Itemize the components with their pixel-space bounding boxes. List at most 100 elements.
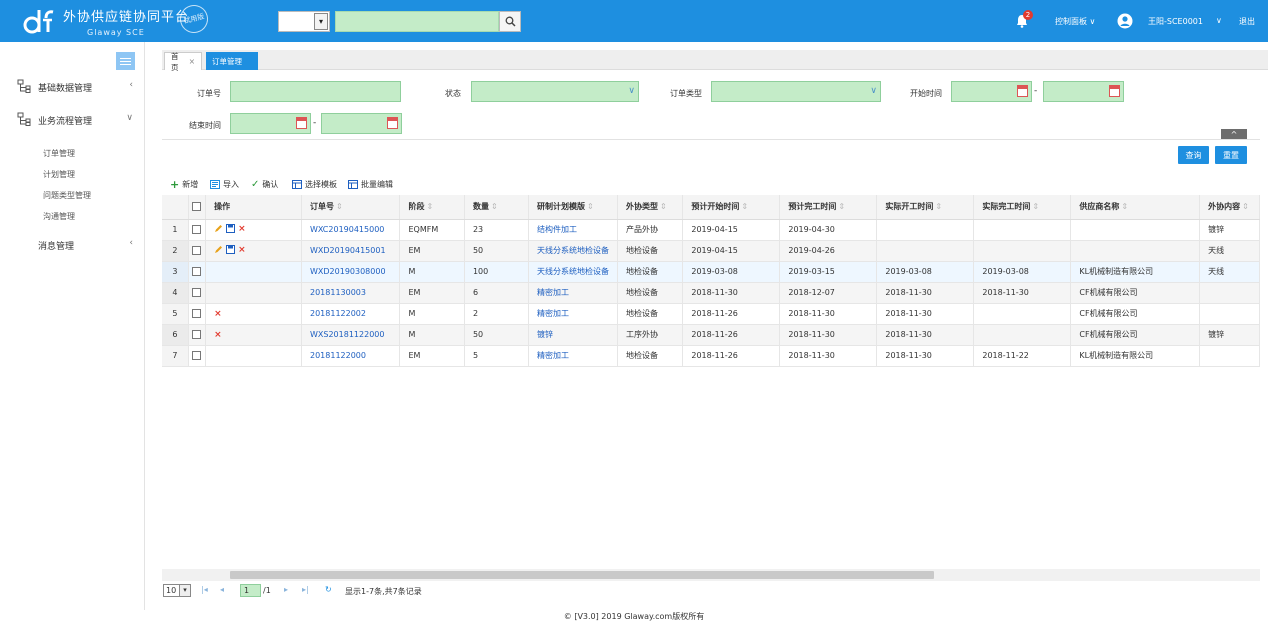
tab-orders[interactable]: 订单管理 [206,52,258,70]
table-row[interactable]: 2 × WXD20190415001 EM 50 天线分系统地检设备 地检设备 2019-04… [162,240,1260,262]
sidebar-item-communication[interactable]: 沟通管理 [43,211,75,222]
edit-icon[interactable] [214,245,223,254]
template-link[interactable]: 天线分系统地检设备 [528,261,619,283]
reset-button[interactable]: 重置 [1215,146,1247,164]
save-icon[interactable] [226,224,236,234]
calendar-icon[interactable] [1109,85,1120,97]
save-icon[interactable] [226,245,236,255]
order-link[interactable]: WXS20181122000 [301,324,401,346]
column-header[interactable]: 外协类型 ⇕ [617,195,684,220]
row-checkbox[interactable] [188,240,207,262]
template-link[interactable]: 精密加工 [528,303,619,325]
collapse-filters-button[interactable]: ^ [1221,129,1247,139]
user-avatar-icon[interactable] [1117,13,1133,29]
calendar-icon[interactable] [387,117,398,129]
table-cell: 2018-11-30 [876,282,975,304]
delete-icon[interactable]: × [214,330,222,340]
order-link[interactable]: 20181122000 [301,345,401,367]
end-time-from-input[interactable] [230,113,311,134]
tab-home[interactable]: 首页 × [164,52,202,72]
page-number-input[interactable]: 1 [240,584,261,597]
delete-icon[interactable]: × [214,309,222,319]
batch-edit-button[interactable]: 批量编辑 [348,178,393,190]
logout-link[interactable]: 退出 [1239,16,1255,27]
refresh-icon[interactable]: ↻ [325,585,332,594]
row-checkbox[interactable] [188,282,207,304]
order-no-input[interactable] [230,81,401,102]
order-type-select[interactable]: ∨ [711,81,881,102]
search-button[interactable] [499,11,521,32]
table-cell: KL机械制造有限公司 [1070,261,1201,283]
template-link[interactable]: 结构件加工 [528,219,619,241]
row-number: 2 [162,240,189,262]
sidebar-group-business-process[interactable]: 业务流程管理 ∨ [0,109,145,131]
control-panel-menu[interactable]: 控制面板 ∨ [1055,16,1095,27]
sidebar-item-orders[interactable]: 订单管理 [43,148,75,159]
row-checkbox[interactable] [188,324,207,346]
select-template-button[interactable]: 选择模板 [292,178,337,190]
status-select[interactable]: ∨ [471,81,639,102]
table-row[interactable]: 4 20181130003 EM 6 精密加工 地检设备 2018-11-30 2018-12… [162,282,1260,304]
sidebar-group-basic-data[interactable]: 基础数据管理 ‹ [0,76,145,98]
prev-page-icon[interactable]: ◂ [220,585,224,594]
table-row[interactable]: 1 × WXC20190415000 EQMFM 23 结构件加工 产品外协 2019-04-… [162,219,1260,241]
next-page-icon[interactable]: ▸ [284,585,288,594]
column-header[interactable]: 实际开工时间 ⇕ [876,195,975,220]
sidebar-item-plans[interactable]: 计划管理 [43,169,75,180]
template-link[interactable]: 镀锌 [528,324,619,346]
first-page-icon[interactable]: |◂ [201,585,208,594]
table-row[interactable]: 5 × 20181122002 M 2 精密加工 地检设备 2018-11-26 2018-11… [162,303,1260,325]
column-header[interactable]: 预计开始时间 ⇕ [682,195,781,220]
column-header[interactable]: 数量 ⇕ [464,195,530,220]
table-row[interactable]: 3 WXD20190308000 M 100 天线分系统地检设备 地检设备 2019-03-… [162,261,1260,283]
sidebar-item-issue-types[interactable]: 问题类型管理 [43,190,91,201]
column-header[interactable]: 供应商名称 ⇕ [1070,195,1201,220]
start-time-from-input[interactable] [951,81,1032,102]
column-header[interactable]: 外协内容 ⇕ [1199,195,1260,220]
template-link[interactable]: 精密加工 [528,282,619,304]
column-header: 操作 [205,195,302,220]
delete-icon[interactable]: × [238,245,246,255]
chevron-down-icon[interactable]: ∨ [1216,16,1222,25]
chevron-down-icon: ▾ [179,585,190,596]
edit-icon[interactable] [214,224,223,233]
sidebar-group-messages[interactable]: 消息管理 ‹ [0,234,145,256]
row-checkbox[interactable] [188,219,207,241]
scrollbar-thumb[interactable] [230,571,934,579]
select-all-checkbox[interactable] [188,195,207,220]
close-icon[interactable]: × [189,57,195,66]
table-row[interactable]: 6 × WXS20181122000 M 50 镀锌 工序外协 2018-11-26 2018-… [162,324,1260,346]
column-header[interactable]: 研制计划模版 ⇕ [528,195,619,220]
start-time-to-input[interactable] [1043,81,1124,102]
global-search-input[interactable] [335,11,499,32]
add-button[interactable]: + 新增 [170,178,198,191]
column-header[interactable]: 订单号 ⇕ [301,195,401,220]
row-checkbox[interactable] [188,345,207,367]
menu-toggle-button[interactable] [116,52,135,70]
column-header[interactable]: 阶段 ⇕ [399,195,465,220]
calendar-icon[interactable] [1017,85,1028,97]
template-link[interactable]: 天线分系统地检设备 [528,240,619,262]
column-header[interactable]: 预计完工时间 ⇕ [779,195,878,220]
search-scope-select[interactable]: ▾ [278,11,330,32]
page-size-select[interactable]: 10 ▾ [163,584,191,597]
column-header[interactable]: 实际完工时间 ⇕ [973,195,1072,220]
order-link[interactable]: WXD20190415001 [301,240,401,262]
order-link[interactable]: 20181122002 [301,303,401,325]
user-name[interactable]: 王阳-SCE0001 [1148,16,1203,27]
order-link[interactable]: WXD20190308000 [301,261,401,283]
calendar-icon[interactable] [296,117,307,129]
delete-icon[interactable]: × [238,224,246,234]
row-checkbox[interactable] [188,261,207,283]
order-link[interactable]: WXC20190415000 [301,219,401,241]
table-cell: 2019-04-15 [682,240,781,262]
end-time-to-input[interactable] [321,113,402,134]
row-checkbox[interactable] [188,303,207,325]
order-link[interactable]: 20181130003 [301,282,401,304]
last-page-icon[interactable]: ▸| [302,585,309,594]
confirm-button[interactable]: ✓ 确认 [251,178,278,190]
query-button[interactable]: 查询 [1178,146,1209,164]
template-link[interactable]: 精密加工 [528,345,619,367]
import-button[interactable]: 导入 [210,178,239,190]
table-row[interactable]: 7 20181122000 EM 5 精密加工 地检设备 2018-11-26 2018-11… [162,345,1260,367]
